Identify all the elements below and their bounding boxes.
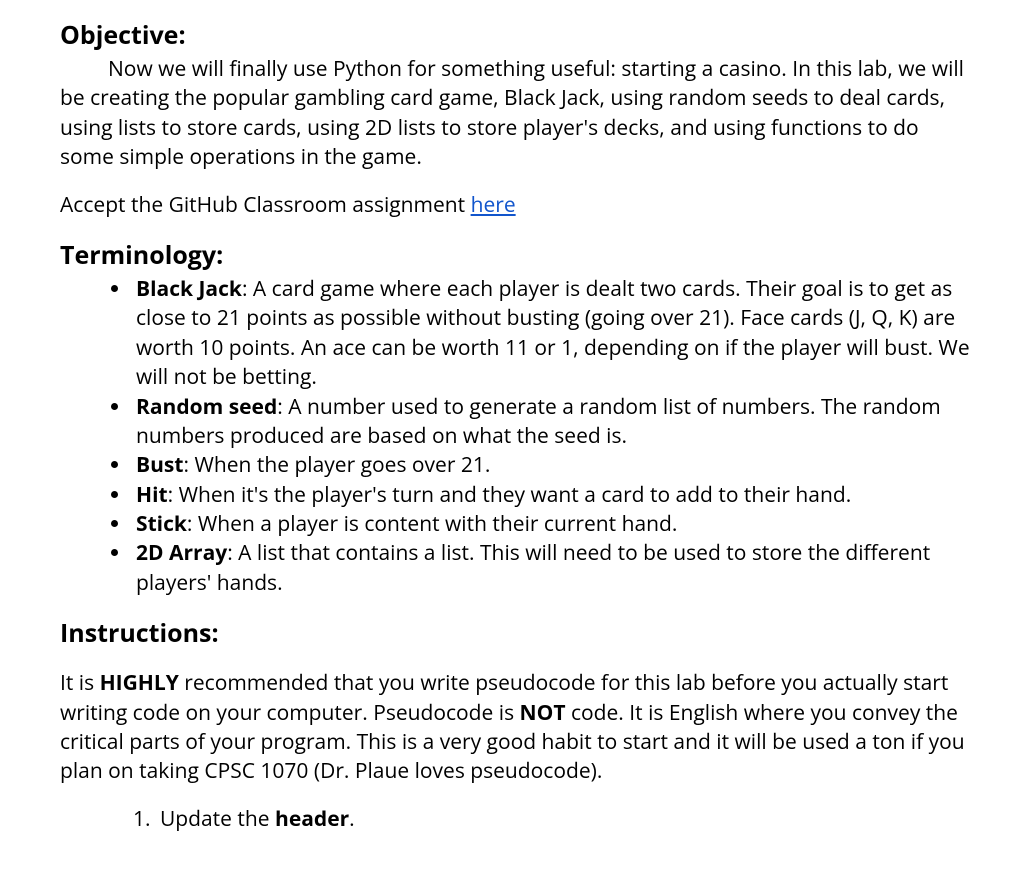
objective-section: Objective: Now we will finally use Pytho… xyxy=(60,18,976,220)
instructions-heading: Instructions: xyxy=(60,616,976,651)
instructions-steps: Update the header. xyxy=(60,805,976,834)
term-label: Random seed xyxy=(136,393,277,421)
github-prefix: Accept the GitHub Classroom assignment xyxy=(60,191,471,219)
intro-bold: HIGHLY xyxy=(100,669,179,697)
terminology-item: Black Jack: A card game where each playe… xyxy=(132,275,976,393)
term-definition: : When a player is content with their cu… xyxy=(187,510,678,538)
instructions-intro: It is HIGHLY recommended that you write … xyxy=(60,669,976,787)
terminology-item: Bust: When the player goes over 21. xyxy=(132,451,976,480)
terminology-item: Random seed: A number used to generate a… xyxy=(132,393,976,452)
step-prefix: Update the xyxy=(160,805,275,833)
instruction-step: Update the header. xyxy=(156,805,976,834)
terminology-section: Terminology: Black Jack: A card game whe… xyxy=(60,238,976,598)
step-suffix: . xyxy=(349,805,355,833)
terminology-heading: Terminology: xyxy=(60,238,976,273)
terminology-list: Black Jack: A card game where each playe… xyxy=(60,275,976,598)
github-classroom-link[interactable]: here xyxy=(471,191,516,219)
terminology-item: 2D Array: A list that contains a list. T… xyxy=(132,539,976,598)
intro-text: It is xyxy=(60,669,100,697)
term-label: Hit xyxy=(136,481,168,509)
term-label: Bust xyxy=(136,451,183,479)
instructions-section: Instructions: It is HIGHLY recommended t… xyxy=(60,616,976,834)
term-definition: : When it's the player's turn and they w… xyxy=(168,481,852,509)
term-definition: : When the player goes over 21. xyxy=(183,451,490,479)
intro-bold: NOT xyxy=(520,699,566,727)
terminology-item: Stick: When a player is content with the… xyxy=(132,510,976,539)
objective-heading: Objective: xyxy=(60,18,976,53)
objective-body: Now we will finally use Python for somet… xyxy=(60,55,976,173)
github-assignment-text: Accept the GitHub Classroom assignment h… xyxy=(60,191,976,220)
terminology-item: Hit: When it's the player's turn and the… xyxy=(132,481,976,510)
step-bold: header xyxy=(275,805,349,833)
term-label: Black Jack xyxy=(136,275,242,303)
term-definition: : A card game where each player is dealt… xyxy=(136,275,970,391)
term-label: Stick xyxy=(136,510,187,538)
term-label: 2D Array xyxy=(136,539,227,567)
term-definition: : A list that contains a list. This will… xyxy=(136,539,930,596)
